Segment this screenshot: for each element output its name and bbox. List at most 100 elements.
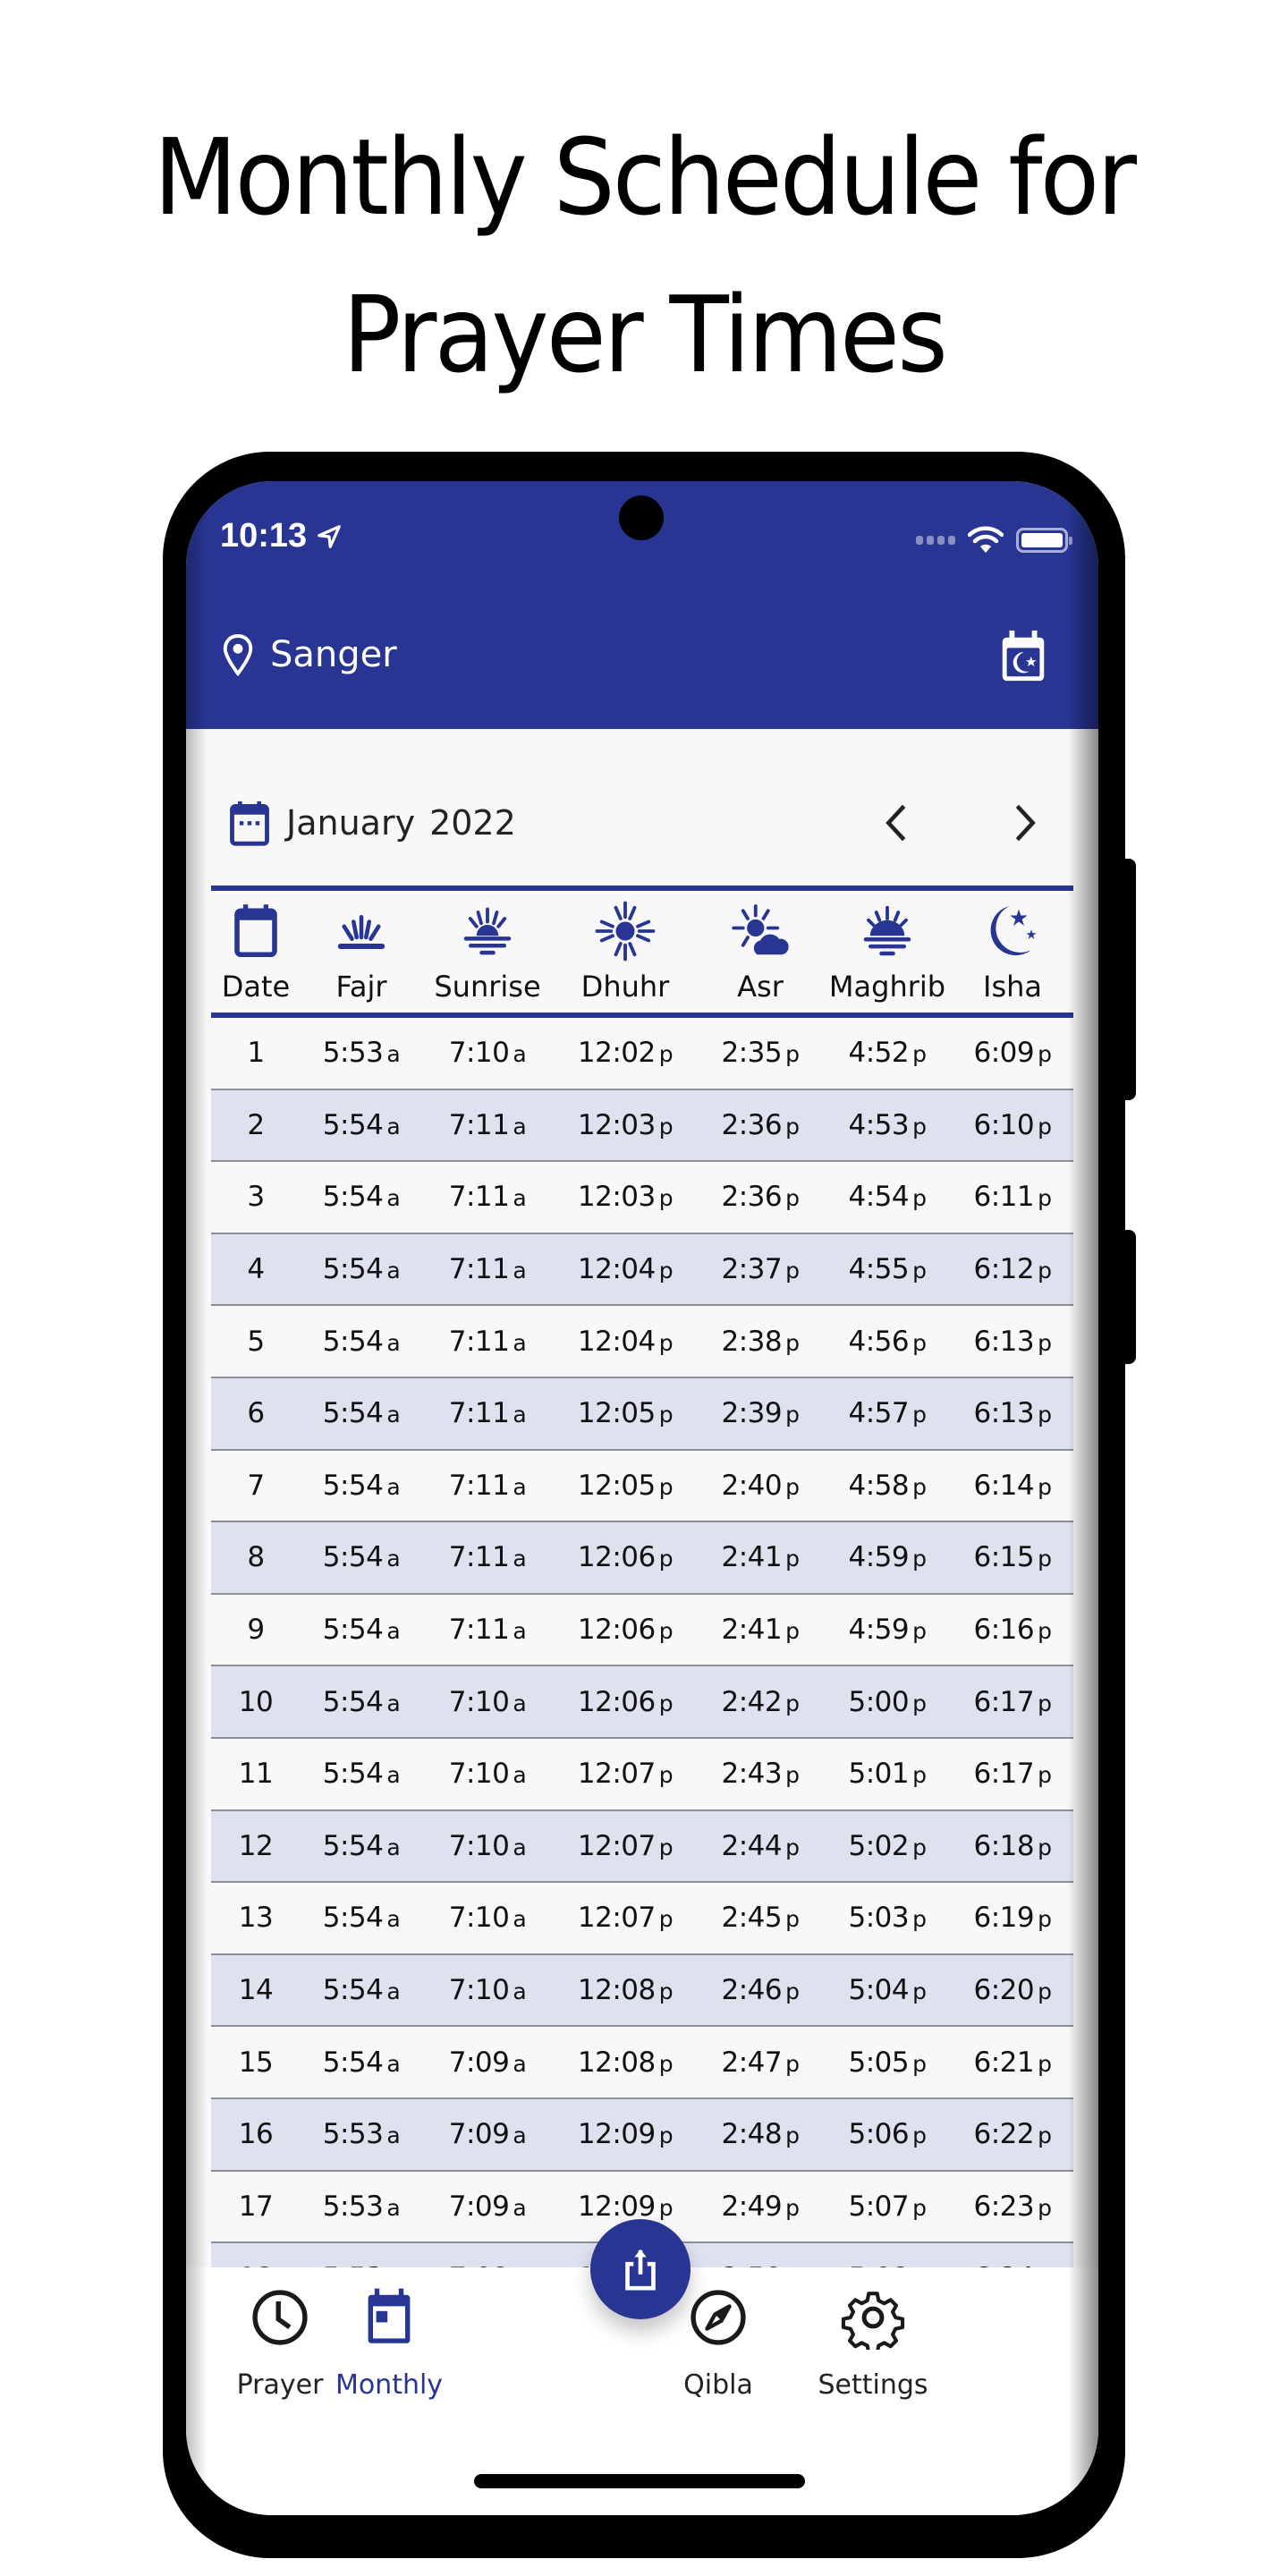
meridiem-suffix: p [1038, 1113, 1052, 1140]
cell-dhuhr: 12:07 p [553, 1902, 698, 1934]
cell-asr: 2:40 p [698, 1470, 823, 1502]
meridiem-suffix: a [513, 1329, 527, 1356]
time-value: 2:36 [721, 1181, 783, 1214]
location-arrow-icon [318, 524, 342, 548]
time-value: 7:11 [448, 1181, 510, 1214]
cell-isha: 6:22 p [952, 2118, 1073, 2150]
cell-date: 16 [238, 2118, 274, 2151]
cell-dhuhr: 12:06 p [553, 1614, 698, 1646]
time-value: 12:05 [577, 1469, 656, 1502]
month-name: January [286, 803, 416, 843]
time-value: 2:36 [721, 1108, 783, 1141]
nav-item-settings[interactable]: Settings [806, 2285, 940, 2401]
meridiem-suffix: p [912, 1185, 927, 1212]
time-value: 2:38 [721, 1325, 783, 1358]
column-label: Fajr [335, 970, 387, 1004]
cell-asr: 2:41 p [698, 1541, 823, 1573]
cell-sunrise: 7:09a [422, 2118, 553, 2150]
time-value: 2:39 [721, 1397, 783, 1430]
time-value: 5:03 [848, 1902, 910, 1935]
cell-maghrib: 5:01 p [823, 1758, 952, 1790]
cell-asr: 2:47 p [698, 2046, 823, 2079]
cell-fajr: 5:54 a [301, 1686, 422, 1718]
meridiem-suffix: p [658, 1041, 674, 1068]
table-row: 6 5:54 a 7:11 a 12:05 p 2:39 p 4:57 p 6:13 p [211, 1377, 1073, 1451]
cell-sunrise: 7:09a [422, 2046, 553, 2079]
cell-fajr: 5:54 a [301, 1109, 422, 1141]
meridiem-suffix: p [658, 2194, 674, 2221]
column-sunrise: Sunrise [422, 891, 553, 1013]
time-value: 5:54 [322, 1469, 384, 1502]
meridiem-suffix: p [785, 1402, 800, 1428]
calendar-outline-icon [234, 904, 277, 958]
column-asr: Asr [698, 891, 823, 1013]
month-year-label[interactable]: January 2022 [286, 803, 516, 843]
next-month-button[interactable] [1005, 796, 1045, 850]
cell-maghrib: 4:59 p [823, 1541, 952, 1573]
time-value: 6:16 [973, 1614, 1035, 1647]
time-value: 5:07 [848, 2190, 910, 2223]
meridiem-suffix: a [386, 1185, 401, 1212]
cell-fajr: 5:54 a [301, 1181, 422, 1213]
time-value: 12:07 [577, 1829, 656, 1862]
cell-dhuhr: 12:05 p [553, 1470, 698, 1502]
time-value: 4:55 [848, 1253, 910, 1286]
meridiem-suffix: a [513, 1979, 527, 2005]
time-value: 6:14 [973, 1469, 1035, 1502]
share-button[interactable] [590, 2219, 691, 2319]
meridiem-suffix: p [658, 1618, 674, 1645]
table-row: 3 5:54 a 7:11 a 12:03 p 2:36 p 4:54 p 6:11 p [211, 1162, 1073, 1234]
meridiem-suffix: a [386, 1113, 401, 1140]
meridiem-suffix: p [785, 1258, 800, 1284]
meridiem-suffix: p [912, 1546, 927, 1572]
cell-isha: 6:13 p [952, 1397, 1073, 1429]
cell-fajr: 5:53a [301, 1037, 422, 1069]
meridiem-suffix: a [386, 1906, 401, 1933]
meridiem-suffix: a [513, 1906, 527, 1933]
app-header: 10:13 Sanger [186, 481, 1098, 729]
table-row: 9 5:54 a 7:11 a 12:06 p 2:41 p 4:59 p 6:16 p [211, 1594, 1073, 1667]
meridiem-suffix: a [513, 2123, 527, 2149]
meridiem-suffix: a [386, 1979, 401, 2005]
cell-maghrib: 5:02 p [823, 1830, 952, 1862]
meridiem-suffix: p [1038, 1185, 1052, 1212]
cell-dhuhr: 12:04 p [553, 1326, 698, 1358]
table-row: 4 5:54 a 7:11 a 12:04 p 2:37 p 4:55 p 6:12 p [211, 1233, 1073, 1307]
location-selector[interactable]: Sanger [222, 633, 397, 676]
meridiem-suffix: p [1038, 1546, 1052, 1572]
cell-asr: 2:38 p [698, 1326, 823, 1358]
time-value: 5:02 [848, 1829, 910, 1862]
meridiem-suffix: p [912, 1690, 927, 1716]
cell-maghrib: 4:56 p [823, 1326, 952, 1358]
cell-date: 14 [238, 1974, 274, 2007]
calendar-icon [230, 801, 269, 846]
time-value: 5:54 [322, 1829, 384, 1862]
gear-icon [841, 2292, 905, 2350]
home-indicator[interactable] [474, 2474, 805, 2488]
meridiem-suffix: a [513, 1258, 527, 1284]
dawn-rays-icon [337, 914, 386, 949]
time-value: 6:22 [973, 2118, 1035, 2151]
cell-date: 10 [238, 1685, 274, 1718]
time-value: 2:37 [721, 1253, 783, 1286]
meridiem-suffix: p [785, 1690, 800, 1716]
year: 2022 [429, 803, 516, 843]
time-value: 5:54 [322, 1685, 384, 1718]
hijri-calendar-icon[interactable] [998, 629, 1048, 684]
time-value: 7:10 [448, 1685, 510, 1718]
meridiem-suffix: a [386, 1258, 401, 1284]
meridiem-suffix: a [513, 1762, 527, 1789]
time-value: 12:05 [577, 1397, 656, 1430]
meridiem-suffix: p [658, 1473, 674, 1500]
time-value: 5:54 [322, 1397, 384, 1430]
table-row: 15 5:54 a 7:09 a 12:08 p 2:47 p 5:05 p 6:21 p [211, 2027, 1073, 2099]
nav-item-monthly[interactable]: Monthly [322, 2285, 456, 2401]
previous-month-button[interactable] [877, 796, 916, 850]
cell-isha: 6:13 p [952, 1326, 1073, 1358]
time-value: 5:54 [322, 1108, 384, 1141]
cell-isha: 6:09 p [952, 1037, 1073, 1069]
cell-maghrib: 4:54 p [823, 1181, 952, 1213]
cell-date: 1 [247, 1037, 265, 1070]
meridiem-suffix: a [386, 2194, 401, 2221]
cell-asr: 2:41 p [698, 1614, 823, 1646]
